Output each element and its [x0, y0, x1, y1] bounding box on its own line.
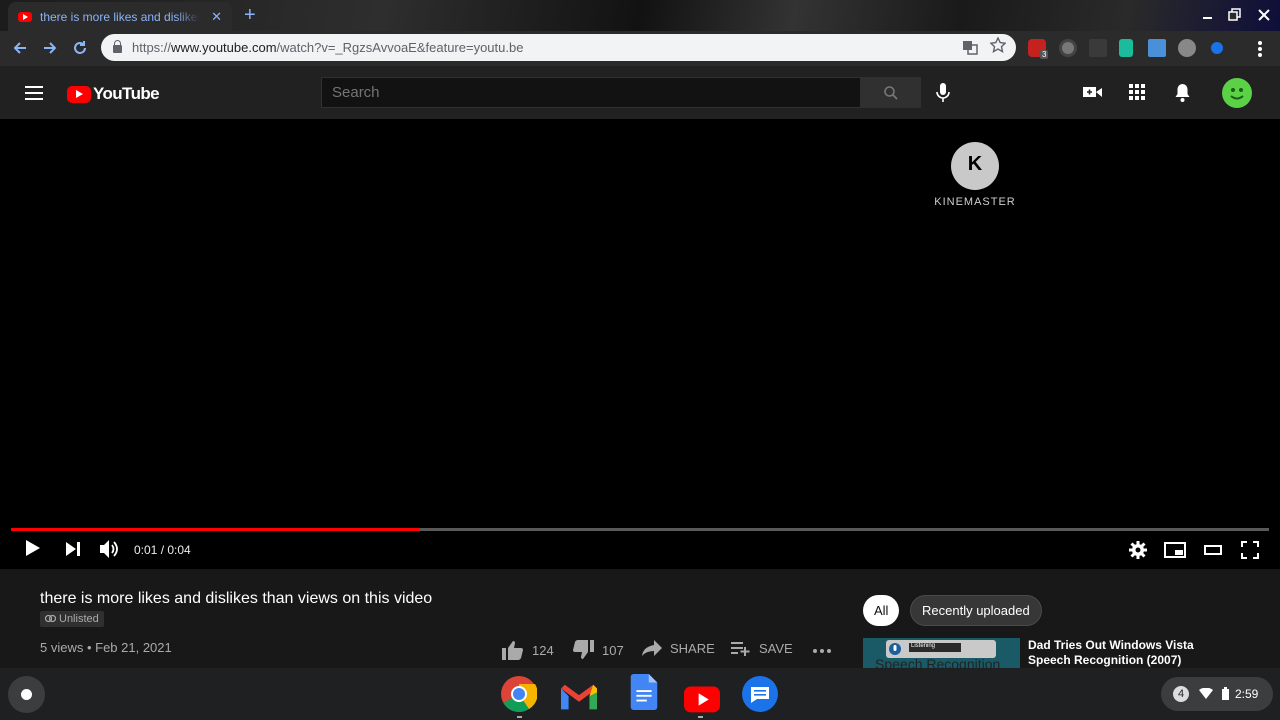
- minimize-icon[interactable]: [1202, 10, 1214, 20]
- thumb-listening-text: Listening: [909, 643, 961, 652]
- browser-tab[interactable]: there is more likes and dislikes than vi…: [8, 2, 232, 31]
- thumbs-up-icon: [502, 641, 523, 660]
- tab-title: there is more likes and dislikes than vi…: [40, 9, 200, 24]
- chip-recently-uploaded[interactable]: Recently uploaded: [910, 595, 1042, 626]
- chrome-running-indicator: [517, 716, 522, 718]
- progress-played: [11, 528, 420, 531]
- reload-icon[interactable]: [72, 40, 88, 56]
- download-extension-icon[interactable]: [1148, 39, 1166, 57]
- kinemaster-watermark: K KINEMASTER: [933, 142, 1017, 208]
- save-button[interactable]: SAVE: [731, 640, 793, 656]
- battery-icon: [1222, 687, 1229, 700]
- video-title: there is more likes and dislikes than vi…: [40, 590, 433, 607]
- playlist-add-icon: [731, 642, 750, 656]
- link-icon: [44, 614, 57, 623]
- hamburger-menu-icon[interactable]: [25, 86, 43, 100]
- thumb-caption: Speech Recognition: [875, 656, 1001, 668]
- user-avatar[interactable]: [1222, 78, 1252, 108]
- launcher-button[interactable]: [8, 676, 45, 713]
- clock: 2:59: [1235, 687, 1259, 701]
- search-icon: [883, 85, 898, 100]
- browser-toolbar: https://www.youtube.com/watch?v=_RgzsAvv…: [0, 31, 1280, 66]
- video-player[interactable]: K KINEMASTER 0:01 / 0:04: [0, 119, 1280, 569]
- back-icon[interactable]: [12, 40, 28, 56]
- fullscreen-icon[interactable]: [1241, 541, 1259, 559]
- window-close-icon[interactable]: [1258, 9, 1270, 21]
- lock-icon: [113, 40, 122, 53]
- status-tray[interactable]: 4 2:59: [1161, 677, 1273, 711]
- watermark-text: KINEMASTER: [934, 196, 1016, 208]
- chromeos-shelf: 4 2:59: [0, 668, 1280, 720]
- chip-all[interactable]: All: [863, 595, 900, 626]
- youtube-favicon-icon: [18, 11, 32, 22]
- screen-extension-icon[interactable]: [1089, 39, 1107, 57]
- like-button[interactable]: 124: [502, 640, 554, 660]
- chrome-app-icon[interactable]: [501, 676, 537, 712]
- play-icon[interactable]: [25, 539, 41, 557]
- create-video-icon[interactable]: [1083, 84, 1103, 100]
- translate-icon[interactable]: [962, 39, 978, 55]
- address-bar[interactable]: https://www.youtube.com/watch?v=_RgzsAvv…: [101, 34, 1016, 61]
- restore-icon[interactable]: [1228, 8, 1242, 22]
- youtube-logo-text: YouTube: [93, 84, 160, 103]
- share-button[interactable]: SHARE: [642, 640, 715, 656]
- search-button[interactable]: [860, 77, 921, 108]
- apps-grid-icon[interactable]: [1129, 84, 1145, 100]
- adblock-badge: 3: [1040, 50, 1049, 59]
- browser-tabstrip: there is more likes and dislikes than vi…: [0, 0, 1280, 31]
- volume-icon[interactable]: [99, 539, 121, 559]
- share-arrow-icon: [642, 640, 662, 656]
- sync-extension-icon[interactable]: [1208, 39, 1226, 57]
- bookmark-star-icon[interactable]: [990, 37, 1006, 53]
- vpn-extension-icon[interactable]: [1119, 39, 1133, 57]
- miniplayer-icon[interactable]: [1164, 542, 1186, 558]
- theater-mode-icon[interactable]: [1204, 545, 1222, 555]
- youtube-running-indicator: [698, 716, 703, 718]
- forward-icon[interactable]: [42, 40, 58, 56]
- kinemaster-logo-icon: K: [951, 142, 999, 190]
- youtube-play-logo-icon: [67, 85, 91, 103]
- settings-gear-icon[interactable]: [1129, 541, 1147, 559]
- more-actions-icon[interactable]: [813, 649, 831, 653]
- recommendation-thumbnail[interactable]: Listening Speech Recognition: [863, 638, 1020, 668]
- tab-close-icon[interactable]: ✕: [211, 9, 222, 25]
- unlisted-badge: Unlisted: [40, 611, 104, 627]
- cookie-extension-icon[interactable]: [1178, 39, 1196, 57]
- microphone-icon[interactable]: [936, 83, 950, 103]
- microphone-badge-icon: [889, 643, 901, 655]
- wifi-icon: [1199, 688, 1213, 699]
- time-display: 0:01 / 0:04: [134, 543, 191, 557]
- youtube-header: YouTube: [0, 66, 1280, 119]
- new-tab-button[interactable]: +: [244, 4, 256, 27]
- record-extension-icon[interactable]: [1059, 39, 1077, 57]
- docs-app-icon[interactable]: [626, 674, 662, 710]
- youtube-logo[interactable]: YouTube: [67, 84, 160, 104]
- smiley-avatar-icon: [1230, 88, 1244, 100]
- views-and-date: 5 views • Feb 21, 2021: [40, 640, 172, 655]
- search-input[interactable]: [321, 77, 861, 108]
- next-icon[interactable]: [65, 542, 81, 556]
- notification-count-badge: 4: [1173, 686, 1189, 702]
- player-controls: 0:01 / 0:04: [0, 537, 1280, 565]
- browser-menu-icon[interactable]: [1257, 40, 1263, 58]
- recommendation-title[interactable]: Dad Tries Out Windows Vista Speech Recog…: [1028, 638, 1228, 668]
- progress-bar[interactable]: [11, 528, 1269, 531]
- url-text[interactable]: https://www.youtube.com/watch?v=_RgzsAvv…: [132, 40, 523, 55]
- notifications-bell-icon[interactable]: [1174, 83, 1191, 103]
- messages-app-icon[interactable]: [742, 676, 778, 712]
- youtube-app-icon[interactable]: [684, 682, 720, 718]
- dislike-button[interactable]: 107: [572, 640, 624, 660]
- thumbs-down-icon: [573, 640, 594, 659]
- gmail-app-icon[interactable]: [561, 680, 597, 716]
